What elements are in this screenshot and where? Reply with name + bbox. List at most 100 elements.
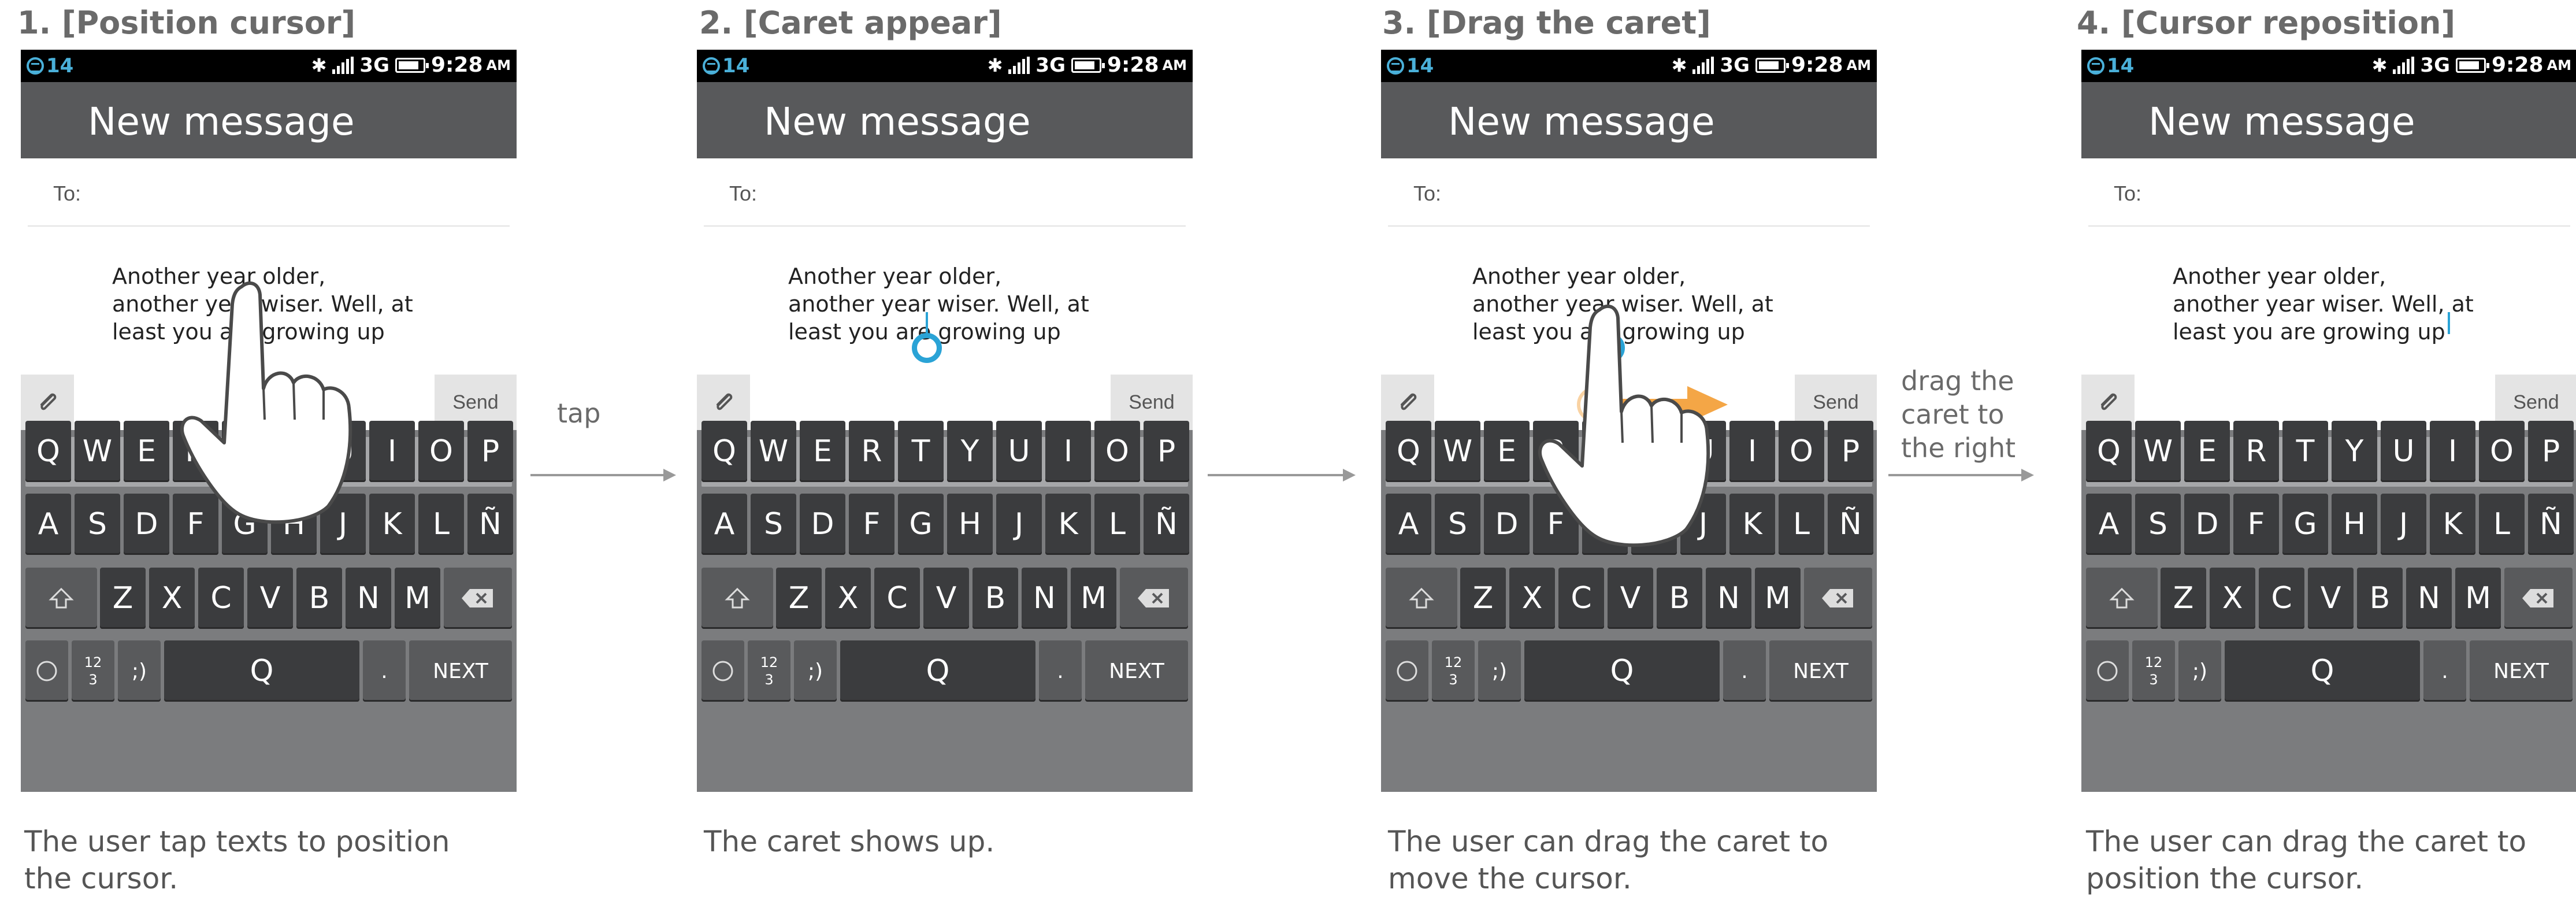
key-row2-0[interactable]: A bbox=[701, 494, 747, 555]
key-row3-0[interactable]: Z bbox=[2161, 568, 2206, 629]
emoticon-key[interactable]: ;) bbox=[1478, 640, 1521, 702]
key-6[interactable]: U bbox=[2381, 421, 2426, 482]
key-row3-4[interactable]: B bbox=[973, 568, 1018, 629]
key-row3-4[interactable]: B bbox=[1657, 568, 1702, 629]
key-row2-9[interactable]: Ñ bbox=[1828, 494, 1873, 555]
key-row2-3[interactable]: F bbox=[2233, 494, 2279, 555]
key-row2-5[interactable]: H bbox=[1631, 494, 1677, 555]
key-3[interactable]: R bbox=[1533, 421, 1579, 482]
key-9[interactable]: P bbox=[1828, 421, 1873, 482]
key-1[interactable]: W bbox=[2135, 421, 2181, 482]
key-row3-3[interactable]: V bbox=[2308, 568, 2354, 629]
numbers-key[interactable]: 12 3 bbox=[748, 640, 790, 702]
key-row2-3[interactable]: F bbox=[173, 494, 218, 555]
key-2[interactable]: E bbox=[2184, 421, 2230, 482]
key-row2-7[interactable]: K bbox=[369, 494, 415, 555]
period-key[interactable]: . bbox=[1723, 640, 1766, 702]
key-row2-2[interactable]: D bbox=[800, 494, 845, 555]
caret-handle[interactable] bbox=[912, 333, 942, 363]
key-row3-3[interactable]: V bbox=[1608, 568, 1653, 629]
key-row2-2[interactable]: D bbox=[1484, 494, 1530, 555]
key-2[interactable]: E bbox=[124, 421, 169, 482]
key-row3-4[interactable]: B bbox=[296, 568, 342, 629]
key-row2-8[interactable]: L bbox=[1094, 494, 1140, 555]
next-key[interactable]: NEXT bbox=[1769, 640, 1872, 702]
key-row2-7[interactable]: K bbox=[1729, 494, 1775, 555]
shift-key[interactable] bbox=[2086, 568, 2158, 629]
space-key[interactable]: Q bbox=[1524, 640, 1720, 702]
recipient-field[interactable]: To: bbox=[704, 163, 1186, 227]
shift-key[interactable] bbox=[701, 568, 773, 629]
key-row2-5[interactable]: H bbox=[2332, 494, 2377, 555]
key-1[interactable]: W bbox=[751, 421, 796, 482]
key-row3-5[interactable]: N bbox=[2406, 568, 2452, 629]
key-row2-9[interactable]: Ñ bbox=[1144, 494, 1189, 555]
key-row2-5[interactable]: H bbox=[947, 494, 993, 555]
key-7[interactable]: I bbox=[1045, 421, 1091, 482]
key-row3-1[interactable]: X bbox=[149, 568, 195, 629]
key-row2-7[interactable]: K bbox=[1045, 494, 1091, 555]
key-0[interactable]: Q bbox=[701, 421, 747, 482]
key-8[interactable]: O bbox=[2479, 421, 2525, 482]
key-row2-0[interactable]: A bbox=[1386, 494, 1431, 555]
shift-key[interactable] bbox=[1386, 568, 1457, 629]
globe-key[interactable] bbox=[1386, 640, 1428, 702]
key-row3-6[interactable]: M bbox=[1071, 568, 1116, 629]
key-row2-6[interactable]: J bbox=[1680, 494, 1726, 555]
message-text[interactable]: Another year older, another year wiser. W… bbox=[788, 262, 1089, 346]
emoticon-key[interactable]: ;) bbox=[794, 640, 837, 702]
key-row3-2[interactable]: C bbox=[874, 568, 920, 629]
key-8[interactable]: O bbox=[1094, 421, 1140, 482]
notification-indicator[interactable]: 14 bbox=[27, 54, 73, 77]
key-row2-8[interactable]: L bbox=[418, 494, 464, 555]
key-4[interactable]: T bbox=[1582, 421, 1628, 482]
key-row2-8[interactable]: L bbox=[1779, 494, 1824, 555]
key-9[interactable]: P bbox=[2528, 421, 2574, 482]
key-row3-2[interactable]: C bbox=[2259, 568, 2304, 629]
numbers-key[interactable]: 12 3 bbox=[1432, 640, 1475, 702]
key-9[interactable]: P bbox=[1144, 421, 1189, 482]
period-key[interactable]: . bbox=[2423, 640, 2466, 702]
emoticon-key[interactable]: ;) bbox=[118, 640, 161, 702]
recipient-field[interactable]: To: bbox=[28, 163, 510, 227]
period-key[interactable]: . bbox=[363, 640, 406, 702]
notification-indicator[interactable]: 14 bbox=[2087, 54, 2134, 77]
key-row3-6[interactable]: M bbox=[395, 568, 440, 629]
key-row2-0[interactable]: A bbox=[2086, 494, 2132, 555]
key-2[interactable]: E bbox=[1484, 421, 1530, 482]
message-text[interactable]: Another year older, another year wiser. W… bbox=[112, 262, 413, 346]
key-row2-3[interactable]: F bbox=[1533, 494, 1579, 555]
recipient-field[interactable]: To: bbox=[1388, 163, 1870, 227]
space-key[interactable]: Q bbox=[164, 640, 359, 702]
recipient-field[interactable]: To: bbox=[2088, 163, 2570, 227]
key-1[interactable]: W bbox=[1435, 421, 1480, 482]
key-5[interactable]: Y bbox=[2332, 421, 2377, 482]
next-key[interactable]: NEXT bbox=[2470, 640, 2573, 702]
key-row2-1[interactable]: S bbox=[1435, 494, 1480, 555]
key-row3-3[interactable]: V bbox=[247, 568, 293, 629]
globe-key[interactable] bbox=[2086, 640, 2129, 702]
key-row3-3[interactable]: V bbox=[923, 568, 969, 629]
period-key[interactable]: . bbox=[1039, 640, 1082, 702]
key-7[interactable]: I bbox=[369, 421, 415, 482]
key-row3-6[interactable]: M bbox=[2455, 568, 2501, 629]
message-text[interactable]: Another year older, another year wiser. W… bbox=[1472, 262, 1773, 346]
next-key[interactable]: NEXT bbox=[409, 640, 512, 702]
key-row2-6[interactable]: J bbox=[996, 494, 1042, 555]
notification-indicator[interactable]: 14 bbox=[703, 54, 749, 77]
key-row3-5[interactable]: N bbox=[1706, 568, 1751, 629]
backspace-key[interactable] bbox=[444, 568, 512, 629]
key-8[interactable]: O bbox=[418, 421, 464, 482]
backspace-key[interactable] bbox=[1804, 568, 1872, 629]
key-6[interactable]: U bbox=[996, 421, 1042, 482]
key-row3-1[interactable]: X bbox=[2210, 568, 2255, 629]
key-row3-5[interactable]: N bbox=[346, 568, 391, 629]
key-7[interactable]: I bbox=[1729, 421, 1775, 482]
key-row2-9[interactable]: Ñ bbox=[2528, 494, 2574, 555]
key-0[interactable]: Q bbox=[2086, 421, 2132, 482]
key-row2-7[interactable]: K bbox=[2430, 494, 2475, 555]
key-row3-1[interactable]: X bbox=[825, 568, 871, 629]
globe-key[interactable] bbox=[25, 640, 68, 702]
key-0[interactable]: Q bbox=[1386, 421, 1431, 482]
key-9[interactable]: P bbox=[467, 421, 513, 482]
